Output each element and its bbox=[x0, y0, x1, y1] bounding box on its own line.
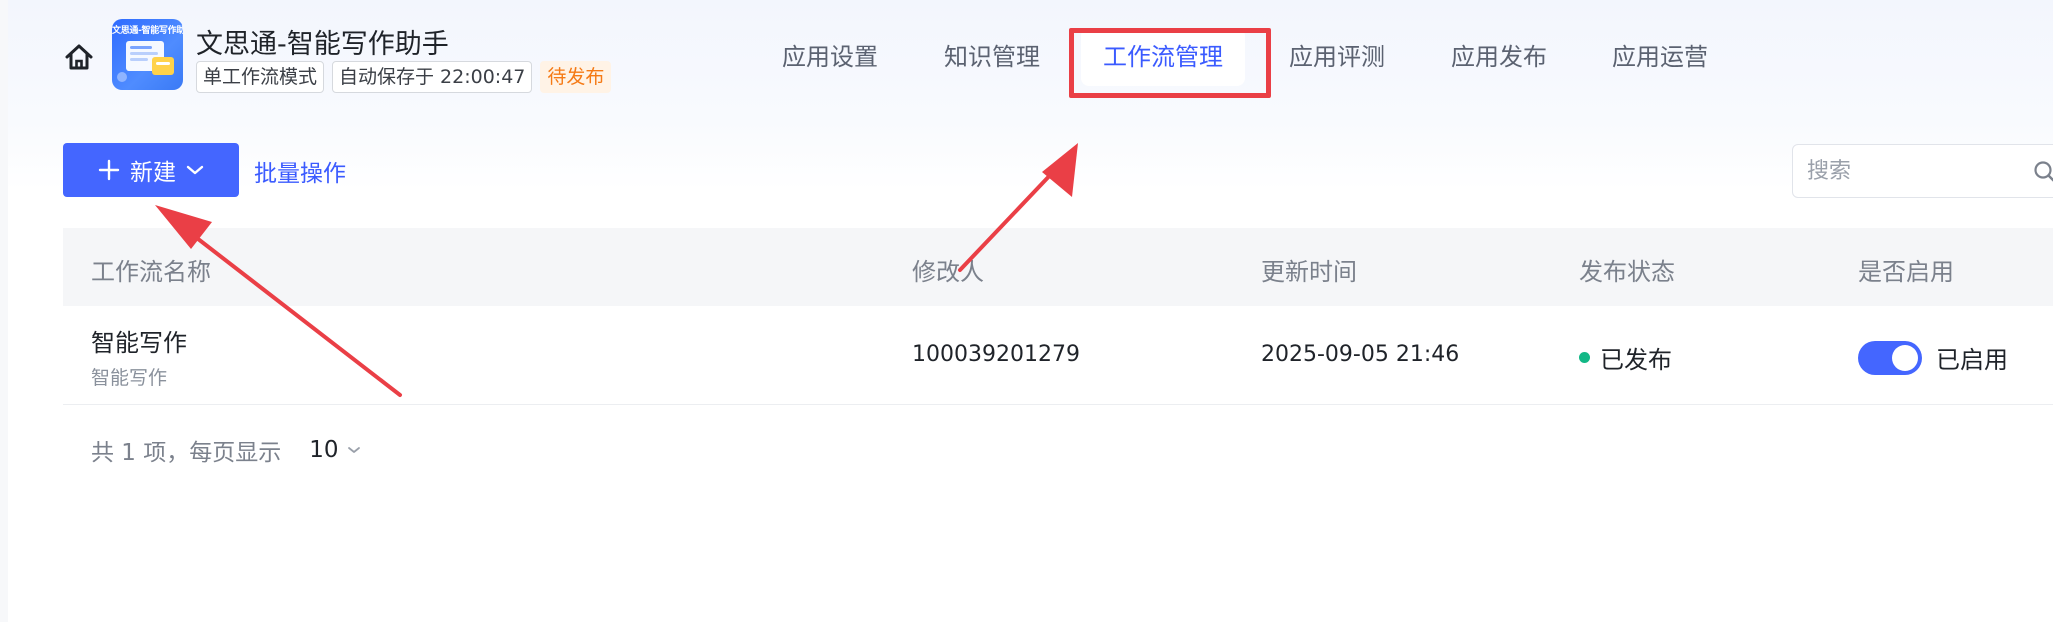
page-size-select[interactable]: 10 bbox=[309, 437, 360, 463]
column-header-status: 发布状态 bbox=[1579, 258, 1675, 286]
publish-status-label: 已发布 bbox=[1600, 346, 1672, 374]
left-edge bbox=[0, 0, 8, 622]
autosave-tag: 自动保存于 22:00:47 bbox=[332, 61, 533, 93]
plus-icon bbox=[98, 159, 120, 181]
chevron-down-icon bbox=[347, 447, 360, 453]
tab-workflow-management[interactable]: 工作流管理 bbox=[1081, 28, 1245, 86]
column-header-enabled: 是否启用 bbox=[1858, 258, 1954, 286]
pagination-summary: 共 1 项，每页显示 bbox=[91, 440, 282, 466]
workflow-updated-time: 2025-09-05 21:46 bbox=[1261, 342, 1460, 367]
app-logo-illustration bbox=[117, 41, 174, 82]
workflow-modifier: 100039201279 bbox=[912, 342, 1080, 367]
tab-app-settings[interactable]: 应用设置 bbox=[782, 28, 878, 86]
page-size-value: 10 bbox=[309, 437, 339, 463]
table-row[interactable]: 智能写作 智能写作 100039201279 2025-09-05 21:46 … bbox=[63, 306, 2053, 405]
tab-knowledge-management[interactable]: 知识管理 bbox=[944, 28, 1040, 86]
status-dot bbox=[1579, 352, 1590, 363]
publish-status: 已发布 bbox=[1579, 340, 1672, 375]
search-input[interactable] bbox=[1807, 157, 2007, 185]
mode-tag: 单工作流模式 bbox=[196, 61, 325, 93]
workflow-name[interactable]: 智能写作 bbox=[91, 323, 187, 358]
column-header-modifier: 修改人 bbox=[912, 258, 984, 286]
pagination: 共 1 项，每页显示 10 bbox=[91, 433, 361, 467]
app-tags: 单工作流模式 自动保存于 22:00:47 待发布 bbox=[196, 61, 612, 93]
enable-toggle-group: 已启用 bbox=[1858, 340, 2008, 375]
new-button-label: 新建 bbox=[130, 160, 176, 186]
search-box bbox=[1792, 144, 2053, 198]
enable-toggle[interactable] bbox=[1858, 340, 1922, 375]
new-button[interactable]: 新建 bbox=[63, 143, 239, 197]
column-header-updated: 更新时间 bbox=[1261, 258, 1357, 286]
chevron-down-icon bbox=[186, 165, 204, 175]
home-icon bbox=[65, 44, 93, 70]
home-button[interactable] bbox=[62, 40, 96, 74]
search-icon[interactable] bbox=[2033, 160, 2053, 184]
toggle-knob bbox=[1892, 344, 1918, 371]
app-logo: 文思通-智能写作助 bbox=[112, 19, 183, 90]
tab-app-publish[interactable]: 应用发布 bbox=[1451, 28, 1547, 86]
workflow-description: 智能写作 bbox=[91, 367, 168, 389]
table-header: 工作流名称 修改人 更新时间 发布状态 是否启用 bbox=[63, 228, 2053, 306]
column-header-name: 工作流名称 bbox=[91, 258, 211, 286]
tab-app-evaluation[interactable]: 应用评测 bbox=[1289, 28, 1385, 86]
app-title: 文思通-智能写作助手 bbox=[196, 29, 449, 60]
enable-toggle-label: 已启用 bbox=[1936, 346, 2008, 374]
batch-operations-link[interactable]: 批量操作 bbox=[254, 154, 346, 188]
tab-app-operations[interactable]: 应用运营 bbox=[1612, 28, 1708, 86]
pending-status-tag: 待发布 bbox=[540, 61, 612, 93]
